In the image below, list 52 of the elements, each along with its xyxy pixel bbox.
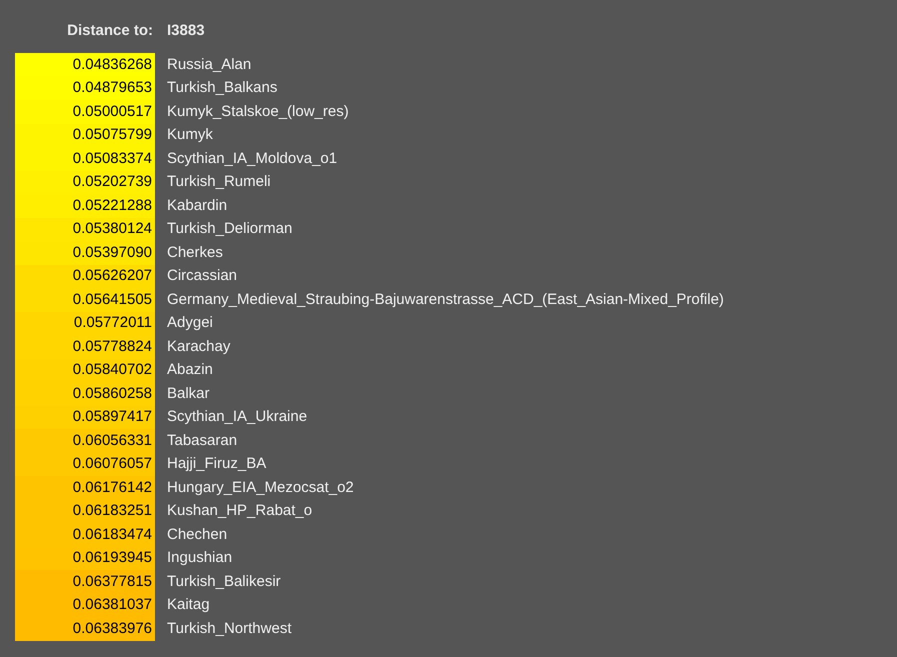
distance-cell: 0.06383976 [15,617,155,640]
distance-cell: 0.05202739 [15,170,155,194]
population-name: Turkish_Balkans [167,78,278,98]
distance-cell: 0.04836268 [15,53,155,76]
population-name: Kumyk [167,125,213,145]
distance-cell: 0.05626207 [15,264,155,288]
distance-cell: 0.05380124 [15,218,155,241]
distance-cell: 0.06381037 [15,594,155,617]
population-name: Kabardin [167,196,228,216]
population-name: Cherkes [167,242,223,262]
distance-cell: 0.06377815 [15,570,155,594]
distance-cell: 0.05641505 [15,288,155,312]
population-name: Turkish_Balikesir [167,572,281,592]
distance-cell: 0.05083374 [15,147,155,170]
population-name: Chechen [167,524,228,544]
population-name: Adygei [167,313,213,333]
population-name: Karachay [167,336,230,356]
population-name: Abazin [167,360,213,380]
population-name: Turkish_Deliorman [167,219,292,239]
distance-cell: 0.05000517 [15,100,155,124]
distance-cell: 0.05772011 [15,312,155,335]
header-label: Distance to: [66,20,154,41]
distance-cell: 0.04879653 [15,76,155,100]
distance-cell: 0.05840702 [15,358,155,382]
population-name: Russia_Alan [167,54,252,74]
distance-cell: 0.05778824 [15,335,155,358]
population-name: Turkish_Rumeli [167,172,271,192]
distance-cell: 0.05075799 [15,124,155,147]
distance-cell: 0.05860258 [15,382,155,406]
distance-cell: 0.06183474 [15,523,155,546]
distance-cell: 0.06056331 [15,429,155,452]
population-name: Kumyk_Stalskoe_(low_res) [167,102,349,122]
population-name: Germany_Medieval_Straubing-Bajuwarenstrasse_ACD_(East_Asian-Mixed_Profile) [167,290,724,310]
population-name: Scythian_IA_Moldova_o1 [167,148,338,168]
population-name: Balkar [167,384,210,404]
population-name: Kushan_HP_Rabat_o [167,501,312,521]
distance-cell: 0.05897417 [15,406,155,429]
distance-cell: 0.06183251 [15,500,155,523]
distance-cell: 0.05221288 [15,194,155,218]
population-name: Turkish_Northwest [167,618,292,638]
target-name: I3883 [167,20,205,41]
distance-cell: 0.06076057 [15,452,155,476]
population-name: Scythian_IA_Ukraine [167,407,308,427]
population-name: Ingushian [167,548,232,568]
distance-cell: 0.05397090 [15,241,155,264]
population-name: Kaitag [167,595,210,615]
population-name: Hajji_Firuz_BA [167,454,266,474]
distance-cell: 0.06176142 [15,476,155,500]
population-name: Circassian [167,266,238,286]
population-name: Tabasaran [167,430,238,450]
population-name: Hungary_EIA_Mezocsat_o2 [167,478,354,498]
distance-cell: 0.06193945 [15,546,155,570]
